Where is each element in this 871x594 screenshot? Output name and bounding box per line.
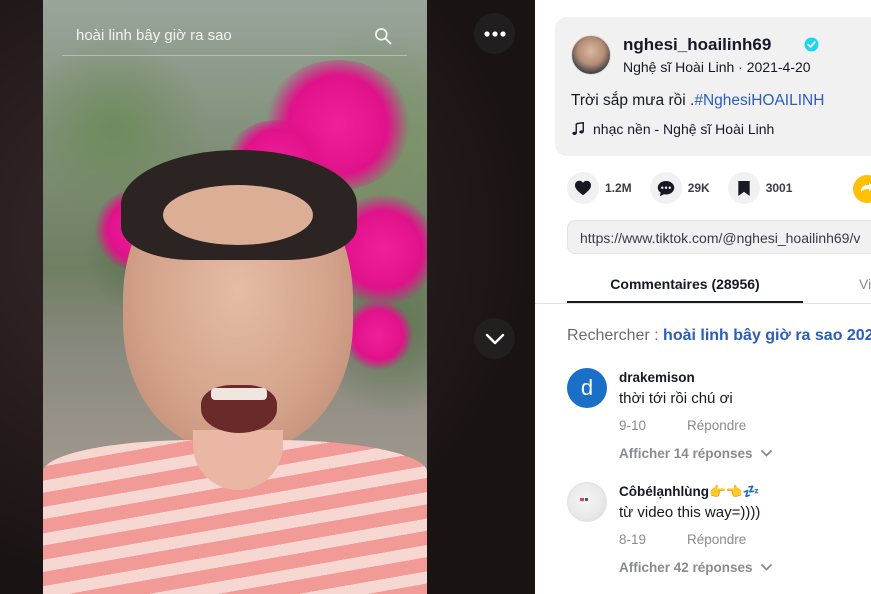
tab-creator-videos[interactable]: Vi xyxy=(859,276,871,292)
view-replies-button[interactable]: Afficher 42 réponses xyxy=(619,560,772,575)
view-replies-label: Afficher 14 réponses xyxy=(619,446,753,461)
comment-count: 29K xyxy=(687,181,710,195)
music-note-icon xyxy=(572,122,584,135)
comment-bubble-icon xyxy=(657,180,674,196)
more-dots-icon xyxy=(483,30,506,37)
avatar-illustration-icon xyxy=(580,498,588,501)
music-title: nhạc nền - Nghệ sĩ Hoài Linh xyxy=(593,121,775,137)
video-caption: Trời sắp mưa rồi .#NghesiHOAILINH xyxy=(571,92,824,110)
related-search[interactable]: Rechercher : hoài linh bây giờ ra sao 20… xyxy=(567,327,871,345)
person-teeth xyxy=(211,388,267,400)
video-frame[interactable] xyxy=(43,0,427,594)
related-search-label: Rechercher : xyxy=(567,327,664,344)
comment-date: 8-19 xyxy=(619,532,647,547)
chevron-down-icon xyxy=(760,564,772,571)
author-nickname-date: Nghệ sĩ Hoài Linh · 2021-4-20 xyxy=(623,59,811,75)
commenter-avatar[interactable]: d xyxy=(567,368,607,408)
next-video-button[interactable] xyxy=(474,318,515,359)
comment-item: d drakemison thời tới rồi chú ơi 9-10 Ré… xyxy=(567,368,871,468)
avatar-letter: d xyxy=(580,375,594,400)
tiktok-video-page: hoài linh bây giờ ra sao nghesi_hoailinh… xyxy=(0,0,871,594)
music-link[interactable]: nhạc nền - Nghệ sĩ Hoài Linh xyxy=(571,121,774,137)
author-username[interactable]: nghesi_hoailinh69 xyxy=(623,35,771,55)
commenter-avatar[interactable] xyxy=(567,482,607,522)
flower-cluster xyxy=(343,300,413,370)
share-arrow-icon xyxy=(861,182,871,192)
bookmark-icon xyxy=(738,180,750,196)
like-count: 1.2M xyxy=(605,181,632,195)
save-count: 3001 xyxy=(765,181,793,195)
author-card: nghesi_hoailinh69 Nghệ sĩ Hoài Linh · 20… xyxy=(555,17,871,156)
heart-icon xyxy=(575,180,591,196)
action-bar: 1.2M 29K 3001 xyxy=(567,171,810,205)
view-replies-button[interactable]: Afficher 14 réponses xyxy=(619,446,772,461)
caption-text: Trời sắp mưa rồi . xyxy=(571,92,695,109)
comment-text: từ video this way=)))) xyxy=(619,504,761,521)
reply-button[interactable]: Répondre xyxy=(687,418,746,433)
comment-date: 9-10 xyxy=(619,418,647,433)
chevron-down-icon xyxy=(760,450,772,457)
tab-comments[interactable]: Commentaires (28956) xyxy=(567,268,803,304)
save-button[interactable] xyxy=(727,172,760,204)
view-replies-label: Afficher 42 réponses xyxy=(619,560,753,575)
search-icon[interactable] xyxy=(373,26,393,46)
person-forehead xyxy=(163,185,313,245)
commenter-username[interactable]: drakemison xyxy=(619,370,695,385)
chevron-down-icon xyxy=(485,333,504,344)
video-link-text: https://www.tiktok.com/@nghesi_hoailinh6… xyxy=(580,230,861,246)
save-action[interactable]: 3001 xyxy=(727,172,793,204)
comment-button[interactable] xyxy=(649,172,682,204)
video-link-field[interactable]: https://www.tiktok.com/@nghesi_hoailinh6… xyxy=(567,220,871,254)
tab-active-indicator xyxy=(567,301,803,303)
comment-text: thời tới rồi chú ơi xyxy=(619,390,733,407)
comment-action[interactable]: 29K xyxy=(649,172,710,204)
share-button[interactable] xyxy=(853,175,871,203)
video-search-bar[interactable]: hoài linh bây giờ ra sao xyxy=(62,16,407,56)
commenter-username[interactable]: Côbélạnhlùng👉👈💤 xyxy=(619,484,759,500)
caption-hashtag[interactable]: #NghesiHOAILINH xyxy=(694,92,824,109)
reply-button[interactable]: Répondre xyxy=(687,532,746,547)
comment-item: Côbélạnhlùng👉👈💤 từ video this way=)))) 8… xyxy=(567,482,871,582)
video-search-text: hoài linh bây giờ ra sao xyxy=(76,27,232,44)
panel-tabs: Commentaires (28956) Vi xyxy=(535,268,871,304)
video-player[interactable]: hoài linh bây giờ ra sao xyxy=(0,0,535,594)
author-avatar[interactable] xyxy=(571,35,611,75)
more-options-button[interactable] xyxy=(474,13,515,54)
verified-badge-icon xyxy=(804,37,819,52)
related-search-query[interactable]: hoài linh bây giờ ra sao 202 xyxy=(663,327,871,344)
video-details-panel: nghesi_hoailinh69 Nghệ sĩ Hoài Linh · 20… xyxy=(535,0,871,594)
like-button[interactable] xyxy=(567,172,599,204)
like-action[interactable]: 1.2M xyxy=(567,172,632,204)
